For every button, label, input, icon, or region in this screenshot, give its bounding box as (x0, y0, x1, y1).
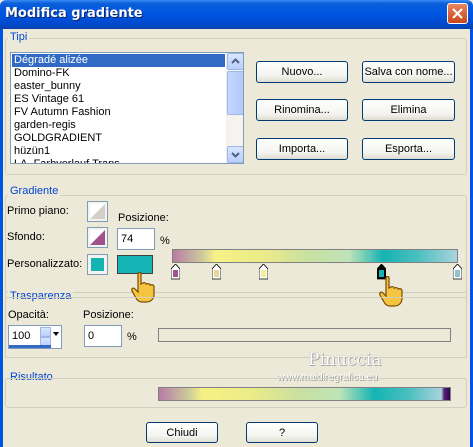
import-button[interactable]: Importa... (256, 138, 348, 160)
gradient-preview-bar[interactable] (172, 249, 458, 263)
background-swatch[interactable] (87, 227, 108, 248)
save-as-button[interactable]: Salva con nome... (362, 61, 455, 83)
close-button[interactable] (447, 3, 468, 24)
watermark-name: Pinuccia (308, 350, 382, 370)
foreground-swatch[interactable] (87, 201, 108, 222)
custom-swatch-color (91, 258, 104, 271)
background-color-icon (90, 230, 105, 245)
opacity-spinner[interactable]: 100 (8, 325, 62, 349)
custom-swatch[interactable] (87, 254, 108, 275)
scroll-up-button[interactable] (227, 53, 243, 70)
delete-button[interactable]: Elimina (362, 99, 455, 121)
transparency-position-label: Posizione: (83, 309, 134, 321)
gradient-list-rows: Dégradé alizée Domino-FK easter_bunny ES Vi… (12, 54, 225, 163)
position-label: Posizione: (118, 212, 169, 224)
foreground-label: Primo piano: (7, 205, 69, 217)
list-scrollbar[interactable] (226, 53, 243, 163)
transparency-position-input[interactable]: 0 (84, 325, 122, 347)
opacity-spin-up[interactable] (40, 327, 51, 337)
list-item[interactable]: hüzün1 (12, 145, 225, 158)
opacity-dropdown-icon[interactable] (53, 332, 59, 336)
tipi-group-label: Tipi (8, 31, 30, 43)
window-title: Modifica gradiente (5, 6, 143, 21)
list-item[interactable]: GOLDGRADIENT (12, 132, 225, 145)
opacity-value: 100 (12, 330, 31, 342)
scroll-thumb[interactable] (227, 71, 243, 115)
gradiente-group-label: Gradiente (8, 185, 61, 197)
position-input[interactable]: 74 (117, 228, 155, 250)
result-preview-bar (158, 387, 451, 401)
transparency-bar[interactable] (158, 328, 451, 342)
custom-label: Personalizzato: (7, 258, 83, 270)
help-button[interactable]: ? (246, 422, 318, 443)
list-item[interactable]: ES Vintage 61 (12, 93, 225, 106)
export-button[interactable]: Esporta... (362, 138, 455, 160)
foreground-color-icon (90, 204, 105, 219)
list-item[interactable]: easter_bunny (12, 80, 225, 93)
close-dialog-button[interactable]: Chiudi (146, 422, 218, 443)
opacity-label: Opacità: (8, 309, 49, 321)
gradient-list[interactable]: Dégradé alizée Domino-FK easter_bunny ES Vi… (10, 52, 244, 164)
list-item[interactable]: garden-regis (12, 119, 225, 132)
transparency-percent: % (127, 331, 137, 343)
scroll-down-button[interactable] (227, 146, 243, 163)
new-button[interactable]: Nuovo... (256, 61, 348, 83)
chevron-up-icon (231, 58, 240, 64)
background-label: Sfondo: (7, 231, 45, 243)
list-item[interactable]: FV Autumn Fashion (12, 106, 225, 119)
opacity-level-bar (9, 345, 51, 348)
close-icon (452, 8, 463, 19)
list-item[interactable]: Domino-FK (12, 67, 225, 80)
list-item[interactable]: Dégradé alizée (12, 54, 225, 67)
chevron-down-icon (231, 152, 240, 158)
title-bar: Modifica gradiente (0, 0, 473, 29)
rename-button[interactable]: Rinomina... (256, 99, 348, 121)
position-percent: % (160, 235, 170, 247)
list-item[interactable]: LA_Farbverlauf Trans (12, 158, 225, 163)
